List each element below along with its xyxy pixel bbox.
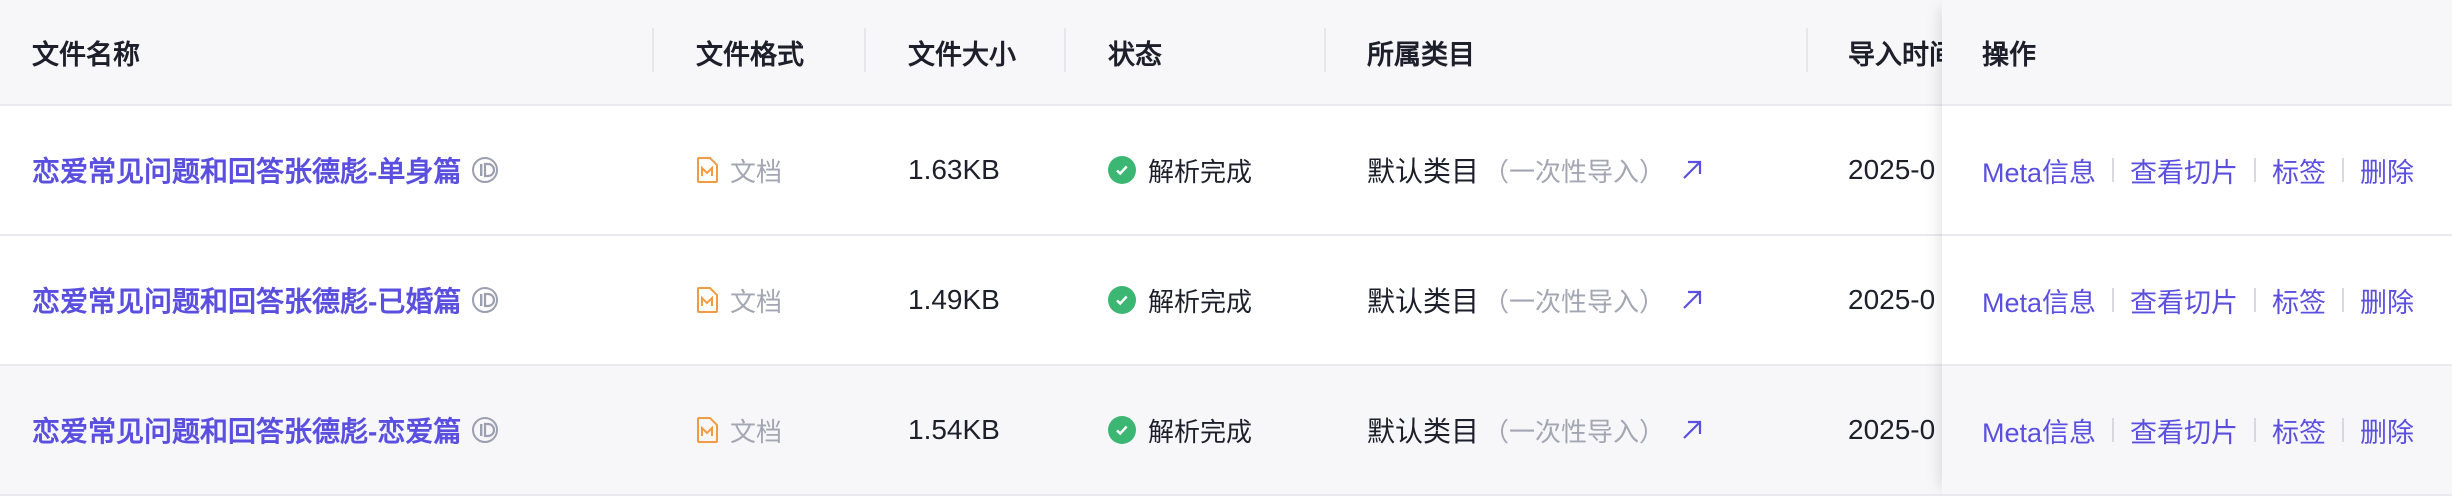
file-name-cell: 恋爱常见问题和回答张德彪-已婚篇: [32, 236, 652, 364]
tags-button[interactable]: 标签: [2272, 411, 2326, 450]
file-name-cell: 恋爱常见问题和回答张德彪-单身篇: [32, 106, 652, 234]
divider: [2112, 418, 2115, 442]
meta-info-button[interactable]: Meta信息: [1982, 281, 2096, 320]
meta-info-button[interactable]: Meta信息: [1982, 411, 2096, 450]
id-icon[interactable]: [471, 416, 499, 444]
format-cell: 文档: [696, 366, 896, 494]
import-time-cell: 2025-0: [1848, 106, 1942, 234]
divider: [2342, 288, 2345, 312]
column-header-name: 文件名称: [32, 39, 140, 70]
arrow-up-right-icon[interactable]: [1679, 157, 1705, 183]
size-cell: 1.49KB: [908, 236, 1058, 364]
status-cell: 解析完成: [1108, 366, 1328, 494]
actions-header: 操作: [1942, 0, 2452, 106]
meta-info-button[interactable]: Meta信息: [1982, 151, 2096, 190]
delete-button[interactable]: 删除: [2360, 281, 2414, 320]
format-cell: 文档: [696, 236, 896, 364]
column-header-status: 状态: [1108, 39, 1162, 70]
format-cell: 文档: [696, 106, 896, 234]
category-note: （一次性导入）: [1483, 156, 1666, 187]
id-icon[interactable]: [471, 156, 499, 184]
category-cell: 默认类目 （一次性导入）: [1367, 236, 1787, 364]
status-cell: 解析完成: [1108, 106, 1328, 234]
format-label: 文档: [730, 156, 783, 187]
column-header-actions: 操作: [1982, 39, 2036, 70]
status-label: 解析完成: [1148, 416, 1253, 447]
divider: [2112, 288, 2115, 312]
divider: [2254, 158, 2257, 182]
format-label: 文档: [730, 286, 783, 317]
import-time-cell: 2025-0: [1848, 366, 1942, 494]
document-icon: [697, 157, 718, 183]
actions-row: Meta信息 查看切片 标签 删除: [1942, 366, 2452, 496]
view-chunks-button[interactable]: 查看切片: [2130, 281, 2238, 320]
file-name-link[interactable]: 恋爱常见问题和回答张德彪-恋爱篇: [32, 410, 461, 450]
status-label: 解析完成: [1148, 286, 1253, 317]
file-size: 1.49KB: [908, 284, 1000, 315]
tags-button[interactable]: 标签: [2272, 281, 2326, 320]
delete-button[interactable]: 删除: [2360, 411, 2414, 450]
column-header-import-time: 导入时间: [1848, 39, 1942, 70]
view-chunks-button[interactable]: 查看切片: [2130, 411, 2238, 450]
actions-row: Meta信息 查看切片 标签 删除: [1942, 236, 2452, 366]
format-label: 文档: [730, 416, 783, 447]
arrow-up-right-icon[interactable]: [1679, 417, 1705, 443]
column-divider[interactable]: [1064, 28, 1066, 72]
import-time-cell: 2025-0: [1848, 236, 1942, 364]
divider: [2254, 288, 2257, 312]
actions-column: 操作 Meta信息 查看切片 标签 删除 Meta信息 查看切片 标签 删除 M…: [1942, 0, 2452, 496]
divider: [2112, 158, 2115, 182]
arrow-up-right-icon[interactable]: [1679, 287, 1705, 313]
size-cell: 1.63KB: [908, 106, 1058, 234]
check-circle-icon: [1108, 156, 1136, 184]
column-divider[interactable]: [652, 28, 654, 72]
import-time: 2025-0: [1848, 154, 1936, 185]
file-size: 1.63KB: [908, 154, 1000, 185]
tags-button[interactable]: 标签: [2272, 151, 2326, 190]
import-time: 2025-0: [1848, 414, 1936, 445]
file-name-cell: 恋爱常见问题和回答张德彪-恋爱篇: [32, 366, 652, 494]
status-label: 解析完成: [1148, 156, 1253, 187]
category-name: 默认类目: [1367, 156, 1480, 187]
divider: [2342, 158, 2345, 182]
document-icon: [697, 287, 718, 313]
column-header-category: 所属类目: [1367, 39, 1475, 70]
category-note: （一次性导入）: [1483, 286, 1666, 317]
file-table: 文件名称 文件格式 文件大小 状态 所属类目 导入时间 恋爱常见问题和回答张德彪…: [0, 0, 2452, 496]
column-divider[interactable]: [1324, 28, 1326, 72]
file-size: 1.54KB: [908, 414, 1000, 445]
status-cell: 解析完成: [1108, 236, 1328, 364]
category-cell: 默认类目 （一次性导入）: [1367, 366, 1787, 494]
divider: [2342, 418, 2345, 442]
file-name-link[interactable]: 恋爱常见问题和回答张德彪-单身篇: [32, 150, 461, 190]
check-circle-icon: [1108, 416, 1136, 444]
delete-button[interactable]: 删除: [2360, 151, 2414, 190]
category-name: 默认类目: [1367, 416, 1480, 447]
category-note: （一次性导入）: [1483, 416, 1666, 447]
view-chunks-button[interactable]: 查看切片: [2130, 151, 2238, 190]
document-icon: [697, 417, 718, 443]
category-name: 默认类目: [1367, 286, 1480, 317]
id-icon[interactable]: [471, 286, 499, 314]
column-header-format: 文件格式: [696, 39, 804, 70]
column-divider[interactable]: [864, 28, 866, 72]
divider: [2254, 418, 2257, 442]
import-time: 2025-0: [1848, 284, 1936, 315]
file-name-link[interactable]: 恋爱常见问题和回答张德彪-已婚篇: [32, 280, 461, 320]
check-circle-icon: [1108, 286, 1136, 314]
size-cell: 1.54KB: [908, 366, 1058, 494]
category-cell: 默认类目 （一次性导入）: [1367, 106, 1787, 234]
column-divider[interactable]: [1806, 28, 1808, 72]
actions-row: Meta信息 查看切片 标签 删除: [1942, 106, 2452, 236]
column-header-size: 文件大小: [908, 39, 1016, 70]
